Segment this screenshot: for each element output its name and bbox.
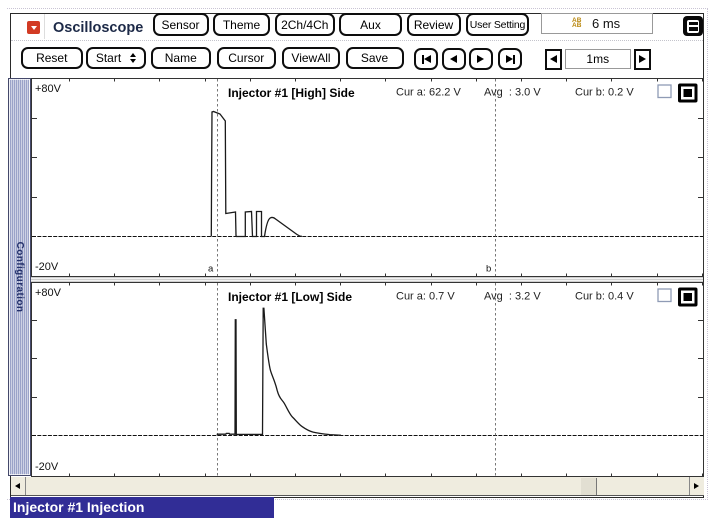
svg-text:a: a (208, 263, 214, 274)
svg-text:-20V: -20V (35, 261, 59, 273)
svg-text:Cur b: 0.2 V: Cur b: 0.2 V (575, 86, 634, 98)
svg-text:Avg : 3.2 V: Avg : 3.2 V (484, 291, 541, 303)
svg-text:+80V: +80V (35, 83, 62, 95)
svg-text:Cur a: 0.7 V: Cur a: 0.7 V (396, 291, 455, 303)
svg-text:b: b (486, 263, 491, 274)
svg-text:-20V: -20V (35, 461, 59, 473)
svg-text:Avg : 3.0 V: Avg : 3.0 V (484, 86, 541, 98)
svg-text:Cur a: 62.2 V: Cur a: 62.2 V (396, 86, 461, 98)
svg-text:Injector #1 [High] Side: Injector #1 [High] Side (228, 86, 355, 100)
svg-text:Injector #1 [Low] Side: Injector #1 [Low] Side (228, 290, 352, 304)
svg-text:+80V: +80V (35, 287, 62, 299)
svg-text:Cur b: 0.4 V: Cur b: 0.4 V (575, 291, 634, 303)
